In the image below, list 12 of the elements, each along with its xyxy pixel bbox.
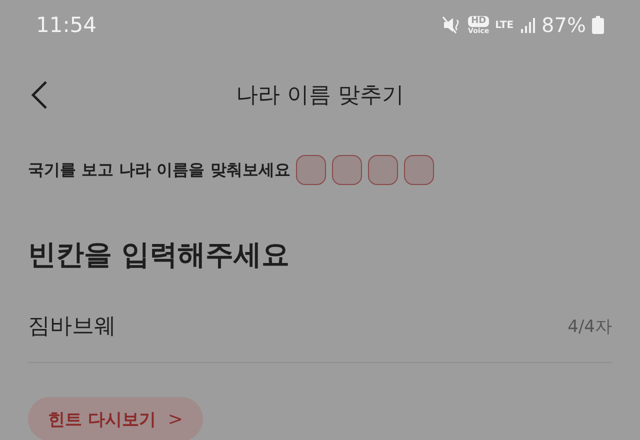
section-heading: 빈칸을 입력해주세요 [27,237,291,273]
character-count: 4/4자 [568,316,612,338]
lte-icon: LTE [495,20,514,30]
signal-icon [520,17,536,33]
battery-icon [592,16,604,34]
prompt-text: 국기를 보고 나라 이름을 맞춰보세요 [28,160,290,180]
status-time: 11:54 [36,13,97,37]
page-title: 나라 이름 맞추기 [236,82,404,110]
battery-level: 87% [542,13,586,37]
answer-field[interactable]: 짐바브웨 4/4자 [28,290,612,363]
back-icon[interactable] [30,80,48,110]
hd-badge: HD [468,16,490,26]
